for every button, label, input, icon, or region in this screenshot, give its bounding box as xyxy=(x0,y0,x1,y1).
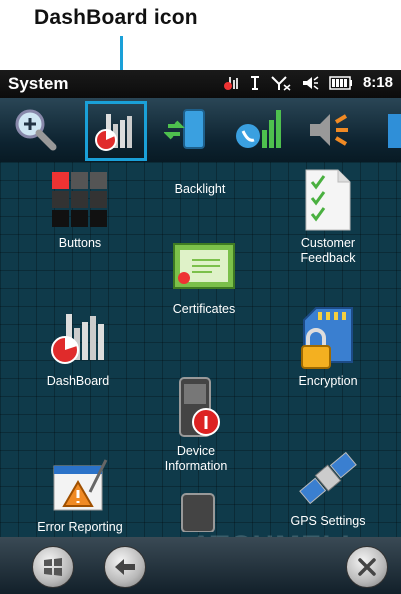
app-label: DashBoard xyxy=(46,374,110,388)
app-label-line2: Information xyxy=(164,459,228,473)
app-backlight[interactable]: Backlight xyxy=(140,154,260,197)
no-signal-icon[interactable] xyxy=(271,75,291,91)
app-label: Backlight xyxy=(174,182,226,196)
app-label: GPS Settings xyxy=(290,514,366,528)
close-icon xyxy=(358,558,376,576)
app-label: Certificates xyxy=(172,302,236,316)
app-dashboard[interactable]: DashBoard xyxy=(18,306,138,389)
customer-feedback-icon xyxy=(296,168,360,232)
certificate-icon xyxy=(172,234,236,298)
app-customer-feedback[interactable]: Customer Feedback xyxy=(268,168,388,266)
windows-icon xyxy=(44,558,62,576)
app-label-line1: Customer xyxy=(300,236,356,250)
start-button[interactable] xyxy=(32,546,74,588)
gps-satellite-icon xyxy=(296,446,360,510)
applets-grid: Buttons Backlight Customer Feedback Cert… xyxy=(0,162,401,563)
app-buttons[interactable]: Buttons xyxy=(20,168,140,251)
speaker-icon[interactable] xyxy=(302,106,354,154)
buttons-icon xyxy=(48,168,112,232)
backlight-icon xyxy=(168,154,232,178)
app-gps-settings[interactable]: GPS Settings xyxy=(268,446,388,529)
phone-sync-icon[interactable] xyxy=(162,106,214,154)
dashboard-applet-icon xyxy=(46,306,110,370)
back-button[interactable] xyxy=(104,546,146,588)
status-bar: System 8:18 xyxy=(0,70,401,98)
device-information-icon xyxy=(164,376,228,440)
app-label: Customer Feedback xyxy=(268,236,388,266)
app-label: Buttons xyxy=(58,236,102,250)
volume-icon[interactable] xyxy=(301,75,319,91)
zoom-icon[interactable] xyxy=(8,106,60,154)
app-label: Device Information xyxy=(136,444,256,474)
status-title: System xyxy=(8,74,69,93)
annotation-title: DashBoard icon xyxy=(34,6,198,29)
phone-signal-icon[interactable] xyxy=(232,106,284,154)
status-icons: 8:18 xyxy=(223,74,393,91)
app-certificates[interactable]: Certificates xyxy=(144,234,264,317)
battery-icon[interactable] xyxy=(329,75,353,90)
close-button[interactable] xyxy=(346,546,388,588)
app-label: Error Reporting xyxy=(37,520,123,534)
annotation: DashBoard icon xyxy=(0,0,401,100)
phone-partial-icon xyxy=(176,492,220,532)
settings-tab-bar xyxy=(0,98,401,162)
app-label-line2: Feedback xyxy=(300,251,356,265)
dashboard-small-icon[interactable] xyxy=(223,75,239,91)
bottom-bar xyxy=(0,537,401,594)
app-error-reporting[interactable]: Error Reporting xyxy=(20,452,140,535)
app-device-information[interactable]: Device Information xyxy=(136,376,256,474)
partial-icon[interactable] xyxy=(380,106,401,154)
app-label-line1: Device xyxy=(176,444,216,458)
error-reporting-icon xyxy=(48,452,112,516)
app-encryption[interactable]: Encryption xyxy=(268,306,388,389)
dashboard-icon[interactable] xyxy=(90,106,142,154)
encryption-icon xyxy=(296,306,360,370)
status-time: 8:18 xyxy=(362,74,393,91)
antenna-icon[interactable] xyxy=(249,75,261,91)
app-label: Encryption xyxy=(298,374,358,388)
back-arrow-icon xyxy=(115,559,135,575)
device-screen: System 8:18 Buttons Backlight Customer F… xyxy=(0,70,401,594)
